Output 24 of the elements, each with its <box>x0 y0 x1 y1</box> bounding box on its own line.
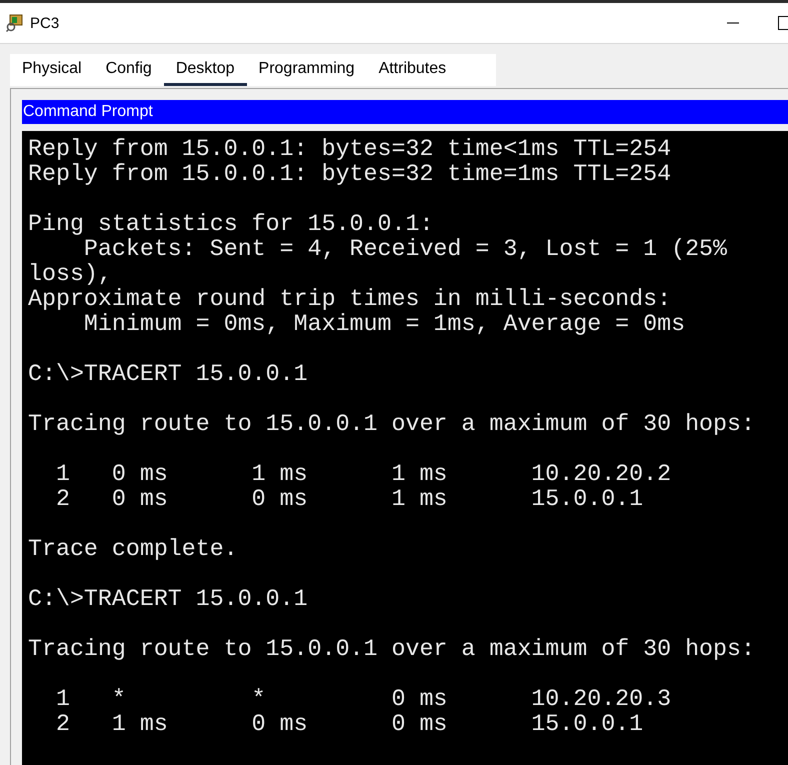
terminal-line: Approximate round trip times in milli-seconds: <box>28 287 672 312</box>
terminal-line: Tracing route to 15.0.0.1 over a maximum of 30 hops: <box>28 637 755 662</box>
tab[interactable]: Programming <box>246 57 367 86</box>
computer-icon <box>6 14 24 32</box>
tab[interactable]: Config <box>94 57 164 86</box>
window-title: PC3 <box>30 14 60 32</box>
terminal-line: Ping statistics for 15.0.0.1: <box>28 212 434 237</box>
tab[interactable]: Attributes <box>366 57 458 86</box>
terminal-line: Reply from 15.0.0.1: bytes=32 time<1ms TTL=254 <box>28 137 672 162</box>
terminal-line: Tracing route to 15.0.0.1 over a maximum of 30 hops: <box>28 412 755 437</box>
tab[interactable]: Physical <box>10 57 94 86</box>
terminal-line: 2 1 ms 0 ms 0 ms 15.0.0.1 <box>54 712 644 737</box>
terminal-line: C:\>TRACERT 15.0.0.1 <box>28 362 308 387</box>
terminal-line: C:\>TRACERT 15.0.0.1 <box>28 587 308 612</box>
terminal-line: 2 0 ms 0 ms 1 ms 15.0.0.1 <box>54 487 644 512</box>
terminal-line: 1 0 ms 1 ms 1 ms 10.20.20.2 <box>54 462 672 487</box>
terminal-line: Trace complete. <box>28 537 238 562</box>
panel-title-bar: Command Prompt <box>22 100 788 124</box>
terminal-line: Reply from 15.0.0.1: bytes=32 time=1ms TTL=254 <box>28 162 672 187</box>
maximize-icon[interactable] <box>778 16 788 30</box>
terminal-line: Minimum = 0ms, Maximum = 1ms, Average = 0ms <box>82 312 686 337</box>
terminal-line: 1 * * 0 ms 10.20.20.3 <box>54 687 672 712</box>
terminal-line: Packets: Sent = 4, Received = 3, Lost = 1 (25% <box>82 237 728 262</box>
terminal-line: loss), <box>28 262 112 287</box>
